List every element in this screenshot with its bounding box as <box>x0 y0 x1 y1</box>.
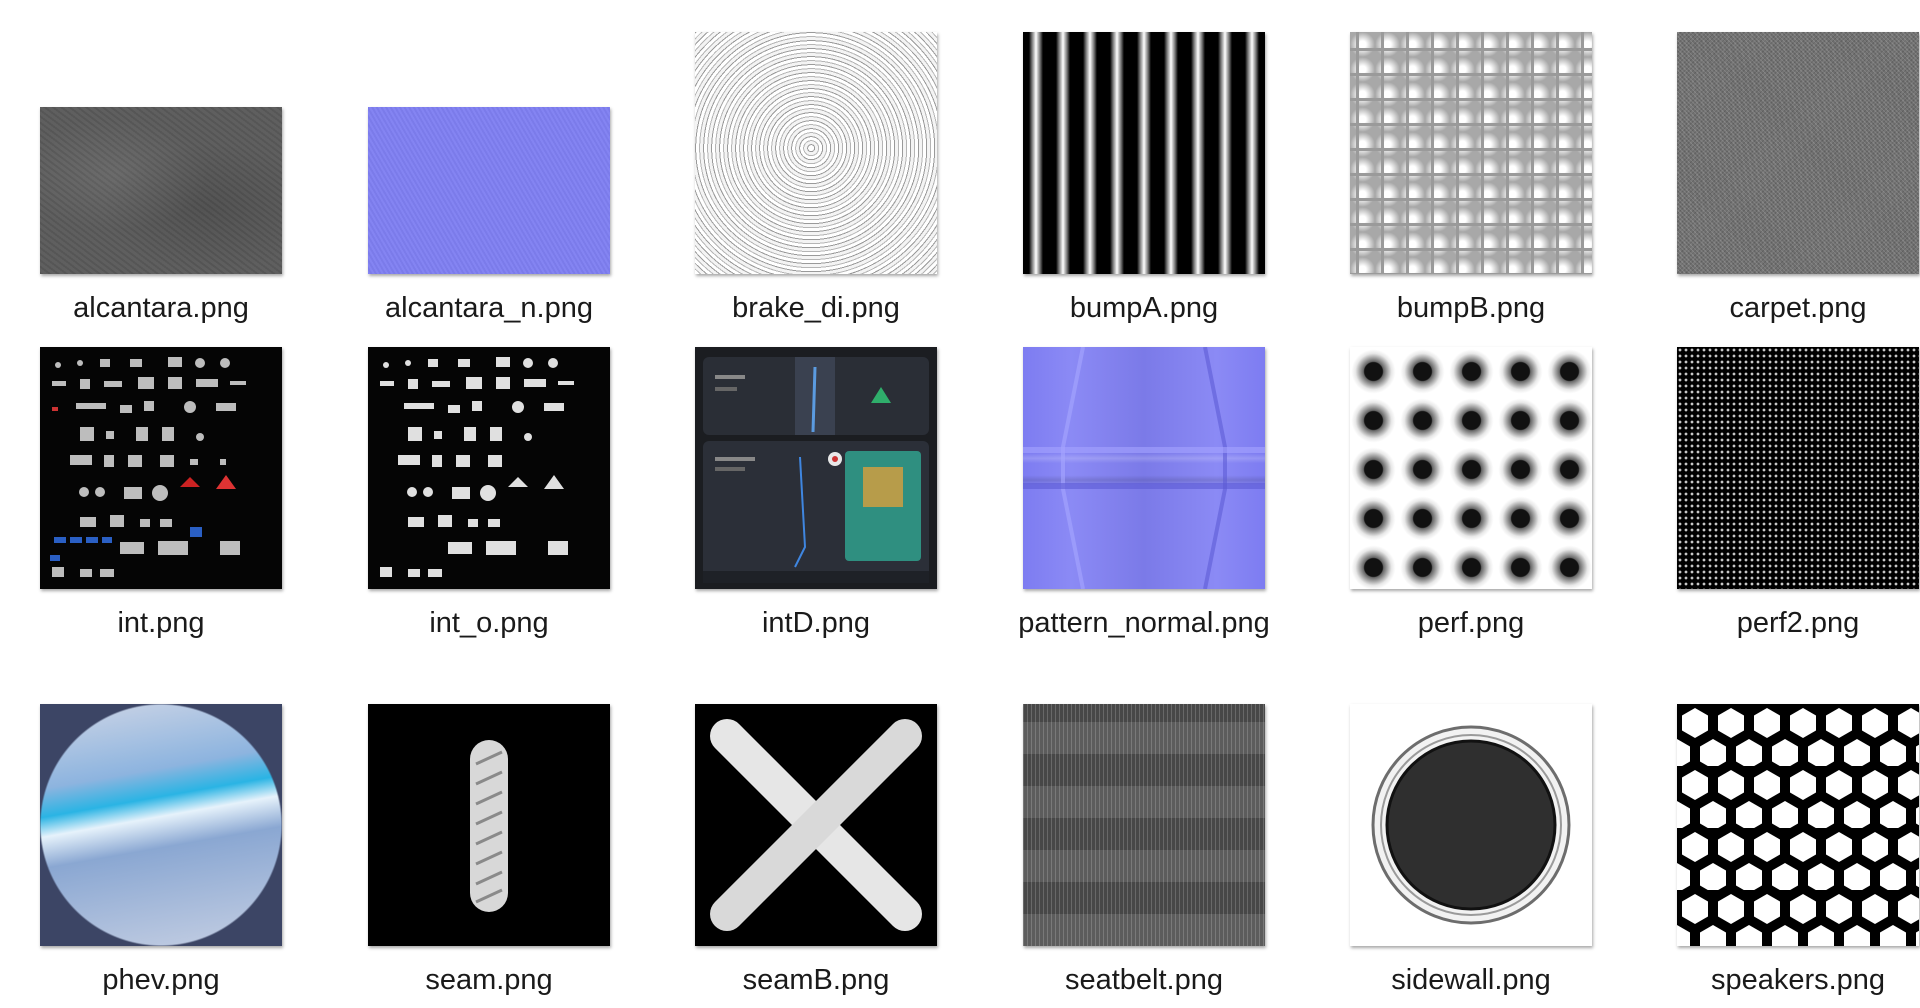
file-name: speakers.png <box>1710 964 1886 996</box>
thumbnail <box>1350 347 1592 589</box>
file-item-int-o[interactable]: int_o.png <box>328 344 650 644</box>
file-name: bumpA.png <box>1069 292 1219 324</box>
file-name: sidewall.png <box>1391 964 1551 996</box>
stitch-graphic <box>470 740 508 912</box>
file-name: seam.png <box>425 964 553 996</box>
file-name: intD.png <box>761 607 870 639</box>
file-name: seamB.png <box>742 964 890 996</box>
hex-grille-graphic <box>1677 704 1919 946</box>
file-item-seam[interactable]: seam.png <box>328 701 650 1001</box>
file-item-seatbelt[interactable]: seatbelt.png <box>983 701 1305 1001</box>
file-item-int[interactable]: int.png <box>0 344 322 644</box>
cross-stitch-graphic <box>710 719 922 931</box>
thumbnail <box>1677 704 1919 946</box>
thumbnail <box>1350 704 1592 946</box>
dashboard-screen-graphic <box>703 357 929 583</box>
file-name: bumpB.png <box>1396 292 1546 324</box>
file-name: carpet.png <box>1729 292 1867 324</box>
thumbnail <box>695 704 937 946</box>
file-item-carpet[interactable]: carpet.png <box>1637 29 1920 329</box>
file-item-alcantara-n[interactable]: alcantara_n.png <box>328 29 650 329</box>
icon-atlas-graphic <box>380 357 574 577</box>
file-item-perf[interactable]: perf.png <box>1310 344 1632 644</box>
file-name: int.png <box>117 607 205 639</box>
file-name: brake_di.png <box>732 292 900 324</box>
normal-map-graphic <box>1023 347 1265 589</box>
thumbnail <box>40 704 282 946</box>
thumbnail <box>40 107 282 274</box>
thumbnail <box>1677 347 1919 589</box>
thumbnail <box>368 704 610 946</box>
thumbnail <box>40 347 282 589</box>
file-item-perf2[interactable]: perf2.png <box>1637 344 1920 644</box>
thumbnail <box>368 107 610 274</box>
file-item-brake-di[interactable]: brake_di.png <box>655 29 977 329</box>
thumbnail <box>1023 32 1265 274</box>
file-name: alcantara.png <box>73 292 249 324</box>
file-item-speakers[interactable]: speakers.png <box>1637 701 1920 1001</box>
file-name: pattern_normal.png <box>1018 607 1270 639</box>
thumbnail <box>1350 32 1592 274</box>
file-item-bumpA[interactable]: bumpA.png <box>983 29 1305 329</box>
file-grid: alcantara.png alcantara_n.png brake_di.p… <box>0 0 1920 1008</box>
thumbnail <box>1023 704 1265 946</box>
file-name: alcantara_n.png <box>385 292 593 324</box>
file-item-phev[interactable]: phev.png <box>0 701 322 1001</box>
file-item-sidewall[interactable]: sidewall.png <box>1310 701 1632 1001</box>
file-item-alcantara[interactable]: alcantara.png <box>0 29 322 329</box>
tire-sidewall-graphic <box>1371 725 1571 925</box>
thumbnail <box>695 347 937 589</box>
file-name: int_o.png <box>429 607 549 639</box>
icon-atlas-graphic <box>50 357 246 577</box>
file-name: perf.png <box>1417 607 1525 639</box>
thumbnail <box>1677 32 1919 274</box>
thumbnail <box>368 347 610 589</box>
file-name: phev.png <box>102 964 220 996</box>
file-item-pattern-normal[interactable]: pattern_normal.png <box>983 344 1305 644</box>
file-name: perf2.png <box>1736 607 1860 639</box>
file-item-intD[interactable]: intD.png <box>655 344 977 644</box>
file-name: seatbelt.png <box>1064 964 1223 996</box>
thumbnail <box>1023 347 1265 589</box>
file-item-bumpB[interactable]: bumpB.png <box>1310 29 1632 329</box>
file-item-seamB[interactable]: seamB.png <box>655 701 977 1001</box>
thumbnail <box>695 32 937 274</box>
